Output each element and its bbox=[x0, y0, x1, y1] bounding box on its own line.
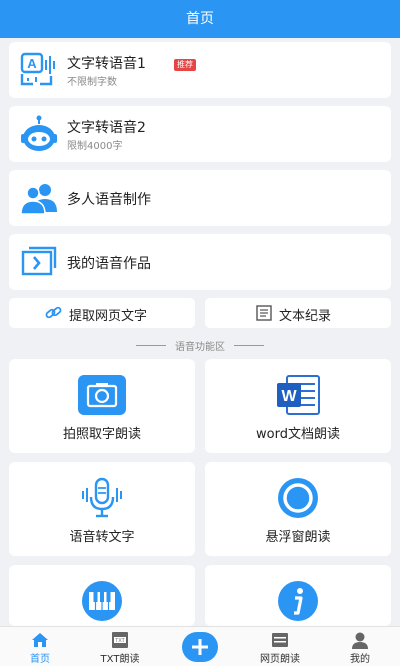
photo-ocr-read-tile[interactable]: 拍照取字朗读 bbox=[9, 359, 195, 453]
word-doc-read-tile[interactable]: W word文档朗读 bbox=[205, 359, 391, 453]
tab-web-read[interactable]: 网页朗读 bbox=[240, 627, 320, 666]
tile-label: 语音转文字 bbox=[69, 530, 135, 545]
floating-window-read-tile[interactable]: 悬浮窗朗读 bbox=[205, 462, 391, 556]
people-icon bbox=[19, 178, 59, 218]
floating-window-icon bbox=[273, 477, 323, 519]
card-title: 文字转语音1 bbox=[67, 56, 146, 72]
page-title: 首页 bbox=[186, 11, 214, 27]
word-icon: W bbox=[273, 374, 323, 416]
section-divider: 语音功能区 bbox=[0, 338, 400, 353]
plus-icon bbox=[192, 639, 208, 655]
text-records-button[interactable]: 文本纪录 bbox=[205, 298, 391, 328]
txt-file-icon: TXT bbox=[110, 630, 130, 650]
tab-label: 网页朗读 bbox=[260, 654, 300, 665]
tab-label: TXT朗读 bbox=[100, 654, 140, 665]
recommend-badge: 推荐 bbox=[174, 59, 196, 71]
tab-mine[interactable]: 我的 bbox=[320, 627, 400, 666]
multi-voice-card[interactable]: 多人语音制作 bbox=[9, 170, 391, 226]
tile-label: 拍照取字朗读 bbox=[62, 427, 141, 442]
my-works-icon bbox=[19, 242, 59, 282]
camera-icon bbox=[77, 374, 127, 416]
svg-text:A: A bbox=[27, 56, 37, 71]
home-icon bbox=[30, 630, 50, 650]
svg-text:W: W bbox=[281, 388, 297, 405]
speech-to-text-tile[interactable]: 语音转文字 bbox=[9, 462, 195, 556]
card-title: 我的语音作品 bbox=[67, 256, 151, 272]
info-icon bbox=[273, 580, 323, 622]
top-header: 首页 bbox=[0, 0, 400, 38]
text-to-speech-icon: A bbox=[19, 50, 59, 90]
card-subtitle: 限制4000字 bbox=[67, 141, 123, 152]
tile-label: word文档朗读 bbox=[256, 427, 340, 442]
text-to-speech-2-card[interactable]: 文字转语音2 限制4000字 bbox=[9, 106, 391, 162]
card-title: 多人语音制作 bbox=[67, 192, 151, 208]
plus-button[interactable] bbox=[182, 632, 218, 662]
card-subtitle: 不限制字数 bbox=[67, 77, 117, 88]
svg-text:TXT: TXT bbox=[115, 638, 124, 644]
web-icon bbox=[270, 630, 290, 650]
piano-tile[interactable] bbox=[9, 565, 195, 626]
link-icon bbox=[45, 305, 63, 321]
divider-line bbox=[234, 345, 264, 346]
button-label: 提取网页文字 bbox=[69, 309, 148, 324]
my-works-card[interactable]: 我的语音作品 bbox=[9, 234, 391, 290]
button-label: 文本纪录 bbox=[279, 309, 332, 324]
tab-home[interactable]: 首页 bbox=[0, 627, 80, 666]
section-label: 语音功能区 bbox=[175, 342, 225, 353]
card-title: 文字转语音2 bbox=[67, 120, 146, 136]
document-icon bbox=[255, 305, 273, 321]
tab-txt-read[interactable]: TXT TXT朗读 bbox=[80, 627, 160, 666]
piano-icon bbox=[77, 580, 127, 622]
text-to-speech-1-card[interactable]: A 文字转语音1 不限制字数 bbox=[9, 42, 391, 98]
extract-web-text-button[interactable]: 提取网页文字 bbox=[9, 298, 195, 328]
robot-icon bbox=[19, 114, 59, 154]
info-tile[interactable] bbox=[205, 565, 391, 626]
tab-label: 我的 bbox=[350, 654, 370, 665]
user-icon bbox=[350, 630, 370, 650]
tab-label: 首页 bbox=[30, 654, 50, 665]
tile-label: 悬浮窗朗读 bbox=[265, 530, 331, 545]
microphone-icon bbox=[77, 477, 127, 519]
